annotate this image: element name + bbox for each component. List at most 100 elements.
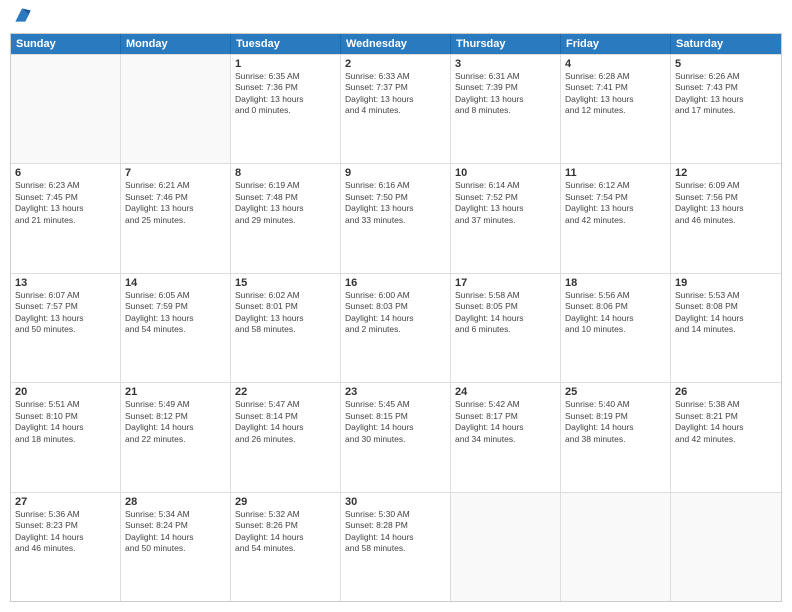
cal-header-cell: Saturday [671,34,781,54]
calendar-row: 27Sunrise: 5:36 AM Sunset: 8:23 PM Dayli… [11,492,781,601]
day-info: Sunrise: 6:16 AM Sunset: 7:50 PM Dayligh… [345,180,446,226]
day-info: Sunrise: 5:51 AM Sunset: 8:10 PM Dayligh… [15,399,116,445]
day-info: Sunrise: 5:36 AM Sunset: 8:23 PM Dayligh… [15,509,116,555]
day-info: Sunrise: 5:38 AM Sunset: 8:21 PM Dayligh… [675,399,777,445]
day-number: 13 [15,277,116,289]
calendar-cell: 1Sunrise: 6:35 AM Sunset: 7:36 PM Daylig… [231,55,341,163]
day-info: Sunrise: 5:42 AM Sunset: 8:17 PM Dayligh… [455,399,556,445]
day-info: Sunrise: 6:26 AM Sunset: 7:43 PM Dayligh… [675,71,777,117]
calendar-row: 6Sunrise: 6:23 AM Sunset: 7:45 PM Daylig… [11,163,781,272]
day-info: Sunrise: 6:28 AM Sunset: 7:41 PM Dayligh… [565,71,666,117]
day-number: 9 [345,167,446,179]
logo [10,10,32,25]
calendar-cell: 10Sunrise: 6:14 AM Sunset: 7:52 PM Dayli… [451,164,561,272]
day-info: Sunrise: 5:49 AM Sunset: 8:12 PM Dayligh… [125,399,226,445]
day-info: Sunrise: 6:12 AM Sunset: 7:54 PM Dayligh… [565,180,666,226]
day-number: 3 [455,58,556,70]
day-number: 10 [455,167,556,179]
cal-header-cell: Friday [561,34,671,54]
day-info: Sunrise: 5:34 AM Sunset: 8:24 PM Dayligh… [125,509,226,555]
day-number: 25 [565,386,666,398]
calendar-cell: 25Sunrise: 5:40 AM Sunset: 8:19 PM Dayli… [561,383,671,491]
calendar-cell: 9Sunrise: 6:16 AM Sunset: 7:50 PM Daylig… [341,164,451,272]
day-number: 19 [675,277,777,289]
day-number: 11 [565,167,666,179]
day-info: Sunrise: 5:40 AM Sunset: 8:19 PM Dayligh… [565,399,666,445]
calendar-cell: 22Sunrise: 5:47 AM Sunset: 8:14 PM Dayli… [231,383,341,491]
day-number: 29 [235,496,336,508]
calendar-cell: 14Sunrise: 6:05 AM Sunset: 7:59 PM Dayli… [121,274,231,382]
calendar-cell: 29Sunrise: 5:32 AM Sunset: 8:26 PM Dayli… [231,493,341,601]
calendar-cell: 30Sunrise: 5:30 AM Sunset: 8:28 PM Dayli… [341,493,451,601]
day-number: 26 [675,386,777,398]
day-info: Sunrise: 5:58 AM Sunset: 8:05 PM Dayligh… [455,290,556,336]
day-info: Sunrise: 5:30 AM Sunset: 8:28 PM Dayligh… [345,509,446,555]
cal-header-cell: Monday [121,34,231,54]
calendar-cell: 16Sunrise: 6:00 AM Sunset: 8:03 PM Dayli… [341,274,451,382]
day-info: Sunrise: 5:32 AM Sunset: 8:26 PM Dayligh… [235,509,336,555]
calendar-cell: 28Sunrise: 5:34 AM Sunset: 8:24 PM Dayli… [121,493,231,601]
day-number: 7 [125,167,226,179]
calendar-row: 20Sunrise: 5:51 AM Sunset: 8:10 PM Dayli… [11,382,781,491]
day-number: 28 [125,496,226,508]
day-info: Sunrise: 5:45 AM Sunset: 8:15 PM Dayligh… [345,399,446,445]
day-info: Sunrise: 6:21 AM Sunset: 7:46 PM Dayligh… [125,180,226,226]
day-number: 14 [125,277,226,289]
logo-icon [12,5,32,25]
day-number: 4 [565,58,666,70]
calendar-cell: 5Sunrise: 6:26 AM Sunset: 7:43 PM Daylig… [671,55,781,163]
calendar-cell [121,55,231,163]
day-info: Sunrise: 5:56 AM Sunset: 8:06 PM Dayligh… [565,290,666,336]
calendar-cell [11,55,121,163]
day-number: 27 [15,496,116,508]
calendar-cell: 8Sunrise: 6:19 AM Sunset: 7:48 PM Daylig… [231,164,341,272]
calendar-cell [671,493,781,601]
day-number: 1 [235,58,336,70]
day-info: Sunrise: 6:09 AM Sunset: 7:56 PM Dayligh… [675,180,777,226]
day-info: Sunrise: 6:35 AM Sunset: 7:36 PM Dayligh… [235,71,336,117]
day-info: Sunrise: 6:31 AM Sunset: 7:39 PM Dayligh… [455,71,556,117]
calendar-cell: 6Sunrise: 6:23 AM Sunset: 7:45 PM Daylig… [11,164,121,272]
day-number: 21 [125,386,226,398]
day-number: 6 [15,167,116,179]
day-info: Sunrise: 5:53 AM Sunset: 8:08 PM Dayligh… [675,290,777,336]
calendar-cell: 11Sunrise: 6:12 AM Sunset: 7:54 PM Dayli… [561,164,671,272]
calendar-cell [451,493,561,601]
day-info: Sunrise: 6:05 AM Sunset: 7:59 PM Dayligh… [125,290,226,336]
day-number: 15 [235,277,336,289]
day-info: Sunrise: 6:33 AM Sunset: 7:37 PM Dayligh… [345,71,446,117]
day-number: 18 [565,277,666,289]
day-number: 24 [455,386,556,398]
calendar: SundayMondayTuesdayWednesdayThursdayFrid… [10,33,782,602]
day-number: 12 [675,167,777,179]
day-number: 8 [235,167,336,179]
day-info: Sunrise: 6:07 AM Sunset: 7:57 PM Dayligh… [15,290,116,336]
calendar-cell: 7Sunrise: 6:21 AM Sunset: 7:46 PM Daylig… [121,164,231,272]
cal-header-cell: Tuesday [231,34,341,54]
calendar-cell: 12Sunrise: 6:09 AM Sunset: 7:56 PM Dayli… [671,164,781,272]
calendar-cell: 18Sunrise: 5:56 AM Sunset: 8:06 PM Dayli… [561,274,671,382]
day-info: Sunrise: 5:47 AM Sunset: 8:14 PM Dayligh… [235,399,336,445]
calendar-cell: 20Sunrise: 5:51 AM Sunset: 8:10 PM Dayli… [11,383,121,491]
day-info: Sunrise: 6:19 AM Sunset: 7:48 PM Dayligh… [235,180,336,226]
calendar-cell: 3Sunrise: 6:31 AM Sunset: 7:39 PM Daylig… [451,55,561,163]
day-number: 5 [675,58,777,70]
calendar-header: SundayMondayTuesdayWednesdayThursdayFrid… [11,34,781,54]
calendar-cell: 2Sunrise: 6:33 AM Sunset: 7:37 PM Daylig… [341,55,451,163]
day-number: 22 [235,386,336,398]
day-number: 2 [345,58,446,70]
day-info: Sunrise: 6:14 AM Sunset: 7:52 PM Dayligh… [455,180,556,226]
day-number: 16 [345,277,446,289]
calendar-cell: 21Sunrise: 5:49 AM Sunset: 8:12 PM Dayli… [121,383,231,491]
calendar-cell: 4Sunrise: 6:28 AM Sunset: 7:41 PM Daylig… [561,55,671,163]
calendar-body: 1Sunrise: 6:35 AM Sunset: 7:36 PM Daylig… [11,54,781,601]
cal-header-cell: Thursday [451,34,561,54]
calendar-cell: 26Sunrise: 5:38 AM Sunset: 8:21 PM Dayli… [671,383,781,491]
calendar-row: 1Sunrise: 6:35 AM Sunset: 7:36 PM Daylig… [11,54,781,163]
calendar-cell: 13Sunrise: 6:07 AM Sunset: 7:57 PM Dayli… [11,274,121,382]
day-info: Sunrise: 6:00 AM Sunset: 8:03 PM Dayligh… [345,290,446,336]
day-number: 23 [345,386,446,398]
calendar-cell: 27Sunrise: 5:36 AM Sunset: 8:23 PM Dayli… [11,493,121,601]
calendar-cell: 17Sunrise: 5:58 AM Sunset: 8:05 PM Dayli… [451,274,561,382]
calendar-cell: 23Sunrise: 5:45 AM Sunset: 8:15 PM Dayli… [341,383,451,491]
